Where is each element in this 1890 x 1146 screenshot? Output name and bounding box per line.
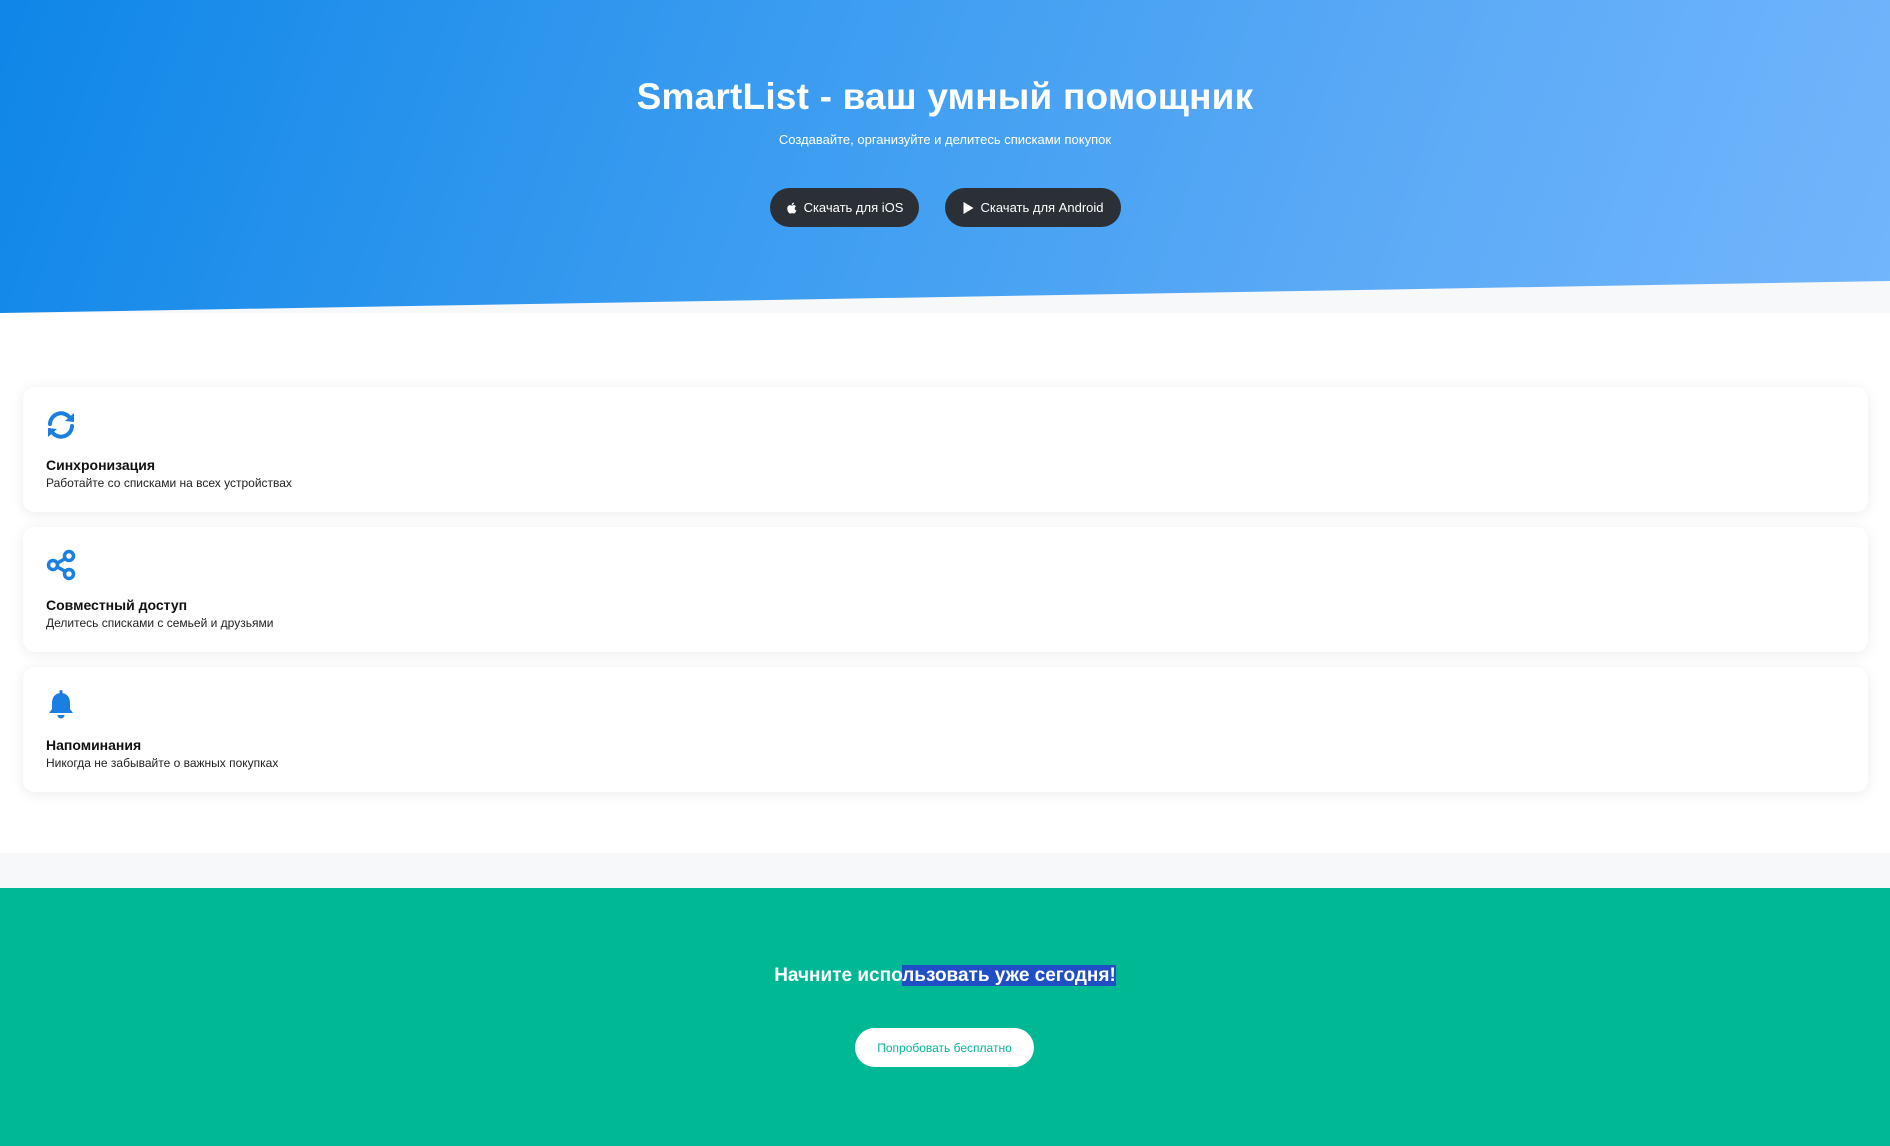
sync-icon (45, 409, 77, 441)
feature-title: Напоминания (46, 737, 142, 753)
play-icon (963, 201, 974, 214)
features-section: Синхронизация Работайте со списками на в… (0, 313, 1890, 853)
cta-title-text: Начните испо (774, 965, 903, 986)
bell-icon (45, 689, 77, 721)
feature-description: Никогда не забывайте о важных покупках (46, 756, 279, 770)
hero-title: SmartList - ваш умный помощник (636, 76, 1254, 117)
feature-card-reminders: Напоминания Никогда не забывайте о важны… (23, 667, 1868, 792)
apple-icon (786, 201, 797, 214)
download-android-label: Скачать для Android (980, 200, 1104, 215)
cta-title-selected-text: льзовать уже сегодня! (902, 965, 1116, 986)
cta-title: Начните использовать уже сегодня! (0, 965, 1890, 987)
feature-card-sharing: Совместный доступ Делитесь списками с се… (23, 527, 1868, 652)
feature-title: Синхронизация (46, 457, 156, 473)
download-android-button[interactable]: Скачать для Android (945, 188, 1121, 227)
hero-section: SmartList - ваш умный помощник Создавайт… (0, 0, 1890, 313)
feature-description: Делитесь списками с семьей и друзьями (46, 616, 274, 630)
download-ios-button[interactable]: Скачать для iOS (770, 188, 919, 227)
share-icon (45, 549, 77, 581)
feature-title: Совместный доступ (46, 597, 188, 613)
hero-subtitle: Создавайте, организуйте и делитесь списк… (778, 132, 1112, 147)
feature-card-sync: Синхронизация Работайте со списками на в… (23, 387, 1868, 512)
download-ios-label: Скачать для iOS (803, 200, 904, 215)
feature-description: Работайте со списками на всех устройства… (46, 476, 292, 490)
cta-section: Начните использовать уже сегодня! Попроб… (0, 888, 1890, 1146)
try-free-button[interactable]: Попробовать бесплатно (855, 1028, 1034, 1067)
